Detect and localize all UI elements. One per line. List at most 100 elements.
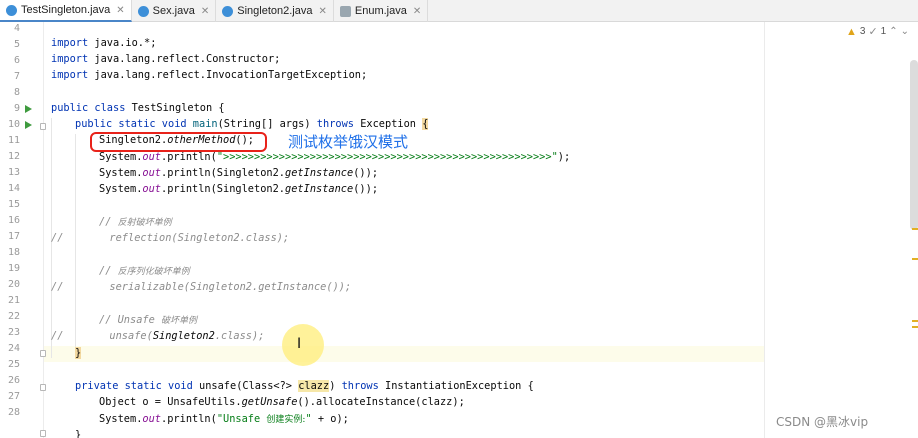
- code-editor[interactable]: import java.io.*; import java.lang.refle…: [44, 22, 918, 438]
- comment: //: [51, 330, 64, 342]
- line-number: 10: [7, 119, 20, 130]
- inspection-widget[interactable]: ▲ 3 ✓ 1 ⌃ ⌄: [846, 25, 909, 39]
- run-class-icon[interactable]: [25, 105, 32, 113]
- tab-enum[interactable]: Enum.java ✕: [334, 0, 429, 22]
- comment: //: [99, 216, 118, 228]
- code-text: java.lang.reflect.InvocationTargetExcept…: [88, 69, 368, 81]
- code-line-17: // 反射破坏单例: [99, 214, 172, 230]
- scroll-marker: [912, 228, 918, 230]
- code-text: );: [557, 151, 571, 163]
- close-icon[interactable]: ✕: [413, 6, 421, 17]
- comment: .class);: [214, 330, 265, 342]
- line-number: 14: [7, 183, 20, 194]
- comment: 反射破坏单例: [117, 218, 172, 228]
- code-line-8: import java.lang.reflect.InvocationTarge…: [51, 67, 367, 83]
- keyword: import: [51, 37, 89, 49]
- line-number: 20: [7, 279, 20, 290]
- code-text: + o);: [311, 413, 349, 425]
- code-text: ());: [353, 167, 379, 179]
- line-number: 27: [7, 391, 20, 402]
- annotation-label: 测试枚举饿汉模式: [288, 133, 409, 151]
- comment: serializable(Singleton2.getInstance());: [109, 281, 352, 293]
- comment: //: [51, 281, 64, 293]
- comment: //: [51, 232, 64, 244]
- code-text: unsafe(Class<?>: [192, 380, 299, 392]
- annotation-box: [90, 132, 267, 152]
- code-text: System.: [99, 167, 143, 179]
- comment: //: [99, 265, 118, 277]
- close-icon[interactable]: ✕: [116, 5, 124, 16]
- line-number: 26: [7, 375, 20, 386]
- code-line-20: // 反序列化破坏单例: [99, 263, 190, 279]
- comment: reflection(Singleton2.class);: [109, 232, 290, 244]
- chevron-up-icon[interactable]: ⌃: [889, 26, 897, 37]
- run-main-icon[interactable]: [25, 121, 32, 129]
- comment: Singleton2: [152, 330, 215, 342]
- code-line-6: import java.io.*;: [51, 35, 156, 51]
- code-line-21: // serializable(Singleton2.getInstance())…: [51, 279, 351, 295]
- scroll-marker: [912, 320, 918, 322]
- java-class-icon: [6, 4, 17, 16]
- code-text: ().allocateInstance(clazz);: [297, 396, 465, 408]
- scroll-marker: [912, 326, 918, 328]
- code-text: (String[] args): [217, 118, 317, 130]
- java-class-icon: [137, 5, 149, 17]
- comment: // Unsafe: [99, 314, 161, 326]
- chevron-down-icon[interactable]: ⌄: [901, 26, 909, 37]
- matched-brace: {: [422, 118, 429, 130]
- code-text: ());: [353, 183, 379, 195]
- line-number: 11: [7, 135, 20, 146]
- vertical-scrollbar[interactable]: [910, 60, 918, 230]
- keyword: public class: [51, 102, 126, 114]
- code-line-28: Object o = UnsafeUtils.getUnsafe().alloc…: [99, 394, 465, 410]
- code-line-29: System.out.println("Unsafe 创建实例:" + o);: [99, 411, 349, 427]
- method-call: getInstance: [285, 183, 354, 195]
- keyword: public static void: [75, 118, 187, 130]
- code-line-11: public static void main(String[] args) t…: [75, 116, 429, 132]
- parameter: clazz: [298, 380, 330, 392]
- keyword: import: [51, 69, 89, 81]
- code-text: java.io.*;: [88, 37, 157, 49]
- code-text: System.: [99, 183, 143, 195]
- string-literal: 创建实例:: [266, 415, 306, 425]
- keyword: throws: [316, 118, 354, 130]
- string-literal: ">>>>>>>>>>>>>>>>>>>>>>>>>>>>>>>>>>>>>>>…: [216, 151, 558, 163]
- line-number: 15: [7, 199, 20, 210]
- line-number: 23: [7, 327, 20, 338]
- code-text: .println(: [161, 151, 217, 163]
- keyword: import: [51, 53, 89, 65]
- code-line-23: // Unsafe 破坏单例: [99, 312, 197, 328]
- line-number: 24: [7, 343, 20, 354]
- line-number: 17: [7, 231, 20, 242]
- tab-testsingleton[interactable]: TestSingleton.java ✕: [0, 0, 132, 22]
- static-field: out: [142, 167, 162, 179]
- code-line-30: }: [75, 427, 81, 438]
- code-text: java.lang.reflect.Constructor;: [88, 53, 281, 65]
- editor-tab-bar: TestSingleton.java ✕ Sex.java ✕ Singleto…: [0, 0, 918, 22]
- matched-brace: }: [75, 347, 82, 359]
- code-text: System.: [99, 151, 143, 163]
- close-icon[interactable]: ✕: [319, 6, 327, 17]
- static-field: out: [142, 183, 162, 195]
- tab-label: Sex.java: [152, 5, 195, 17]
- code-text: TestSingleton {: [125, 102, 225, 114]
- line-number: 12: [7, 151, 20, 162]
- line-number: 18: [7, 247, 20, 258]
- line-number: 5: [13, 39, 20, 50]
- close-icon[interactable]: ✕: [201, 6, 209, 17]
- code-line-27: private static void unsafe(Class<?> claz…: [75, 378, 534, 394]
- code-line-25: }: [75, 345, 82, 361]
- line-number: 7: [13, 71, 20, 82]
- code-text: .println(Singleton2.: [161, 167, 286, 179]
- line-number: 9: [13, 103, 20, 114]
- tab-singleton2[interactable]: Singleton2.java ✕: [216, 0, 334, 22]
- line-number: 8: [13, 87, 20, 98]
- line-number: 25: [7, 359, 20, 370]
- code-line-18: // reflection(Singleton2.class);: [51, 230, 289, 246]
- string-literal: "Unsafe: [216, 413, 267, 425]
- tab-sex[interactable]: Sex.java ✕: [132, 0, 217, 22]
- code-line-10: public class TestSingleton {: [51, 100, 225, 116]
- line-number: 6: [13, 55, 20, 66]
- code-line-7: import java.lang.reflect.Constructor;: [51, 51, 280, 67]
- text-cursor-icon: I: [297, 336, 302, 352]
